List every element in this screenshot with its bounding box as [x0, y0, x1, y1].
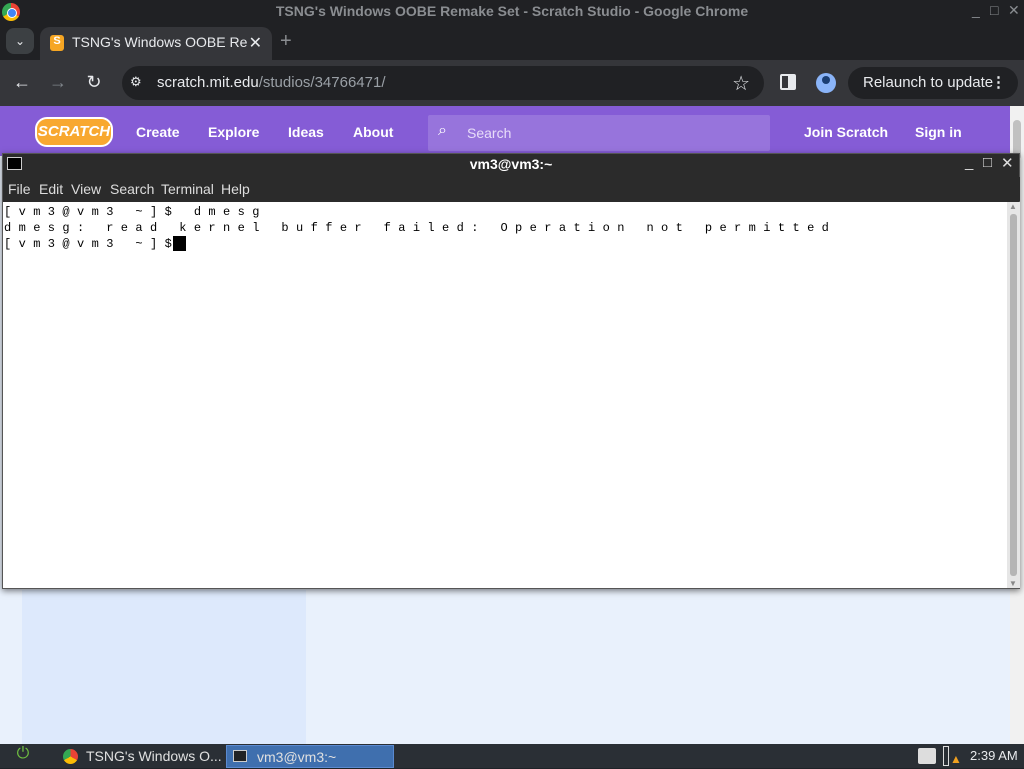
join-scratch-link[interactable]: Join Scratch [804, 124, 888, 140]
scratch-logo[interactable]: SCRATCH [35, 117, 113, 147]
terminal-title: vm3@vm3:~ [469, 156, 553, 172]
chrome-logo-icon [2, 3, 20, 21]
tab-close-icon[interactable]: ✕ [249, 33, 262, 53]
menu-terminal[interactable]: Terminal [161, 181, 214, 197]
scratch-search-input[interactable]: ⌕ Search [428, 115, 770, 151]
nav-explore[interactable]: Explore [208, 124, 259, 140]
tab-search-chevron-icon[interactable]: ⌄ [6, 28, 34, 54]
menu-view[interactable]: View [71, 181, 101, 197]
battery-icon[interactable] [943, 746, 949, 766]
reload-icon[interactable]: ↻ [82, 72, 106, 93]
forward-icon[interactable]: → [46, 72, 70, 93]
studio-sidebar [22, 590, 306, 744]
profile-avatar-icon[interactable] [816, 73, 836, 93]
window-title: TSNG's Windows OOBE Remake Set - Scratch… [275, 3, 749, 19]
terminal-prompt: [vm3@vm3 ~]$ [4, 237, 194, 251]
menu-kebab-icon[interactable]: ⋮ [991, 67, 1006, 99]
start-menu-icon[interactable]: ⏻ [8, 745, 38, 767]
side-panel-icon[interactable] [780, 74, 796, 90]
browser-titlebar: TSNG's Windows OOBE Remake Set - Scratch… [0, 0, 1024, 24]
minimize-button[interactable]: _ [972, 2, 980, 18]
taskbar-item-chrome[interactable]: TSNG's Windows O... [56, 745, 222, 768]
terminal-line: [vm3@vm3 ~]$ dmesg [4, 205, 267, 219]
terminal-line: dmesg: read kernel buffer failed: Operat… [4, 221, 837, 235]
new-tab-icon[interactable]: + [280, 30, 292, 53]
warning-icon[interactable]: ▲ [950, 752, 962, 766]
clock[interactable]: 2:39 AM [970, 748, 1018, 763]
menu-search[interactable]: Search [110, 181, 154, 197]
menu-edit[interactable]: Edit [39, 181, 63, 197]
close-button[interactable]: ✕ [1008, 2, 1020, 19]
terminal-close-button[interactable]: ✕ [1001, 154, 1014, 172]
menu-help[interactable]: Help [221, 181, 250, 197]
nav-create[interactable]: Create [136, 124, 180, 140]
chrome-icon [63, 749, 78, 764]
maximize-button[interactable]: □ [990, 2, 998, 18]
terminal-minimize-button[interactable]: _ [965, 154, 973, 171]
url-text[interactable]: scratch.mit.edu/studios/34766471/ [157, 74, 386, 91]
terminal-app-icon [7, 157, 22, 170]
tab-scratch-studio[interactable]: S TSNG's Windows OOBE Remake Set - Scrat… [40, 27, 272, 61]
network-icon[interactable] [918, 748, 936, 764]
tab-title: TSNG's Windows OOBE Remake Set - Scratch… [72, 34, 248, 50]
search-icon: ⌕ [438, 122, 447, 139]
terminal-output[interactable] [3, 202, 1007, 588]
terminal-titlebar[interactable]: vm3@vm3:~ [2, 153, 1020, 175]
back-icon[interactable]: ← [10, 72, 34, 93]
menu-file[interactable]: File [8, 181, 31, 197]
studio-content [320, 590, 1010, 744]
taskbar-item-terminal[interactable]: vm3@vm3:~ [226, 745, 394, 768]
nav-ideas[interactable]: Ideas [288, 124, 324, 140]
sign-in-link[interactable]: Sign in [915, 124, 962, 140]
terminal-menubar [3, 177, 1020, 201]
terminal-scrollbar[interactable]: ▲ ▼ [1007, 202, 1020, 588]
terminal-cursor [173, 236, 186, 251]
nav-about[interactable]: About [353, 124, 393, 140]
relaunch-button[interactable]: Relaunch to update ⋮ [848, 67, 1018, 99]
bookmark-star-icon[interactable]: ☆ [732, 71, 750, 96]
terminal-maximize-button[interactable]: □ [983, 154, 992, 171]
address-bar[interactable]: ⚙ scratch.mit.edu/studios/34766471/ ☆ [122, 66, 764, 100]
scratch-favicon-icon: S [50, 35, 64, 51]
terminal-icon [233, 750, 247, 762]
site-info-icon[interactable]: ⚙ [130, 74, 148, 92]
